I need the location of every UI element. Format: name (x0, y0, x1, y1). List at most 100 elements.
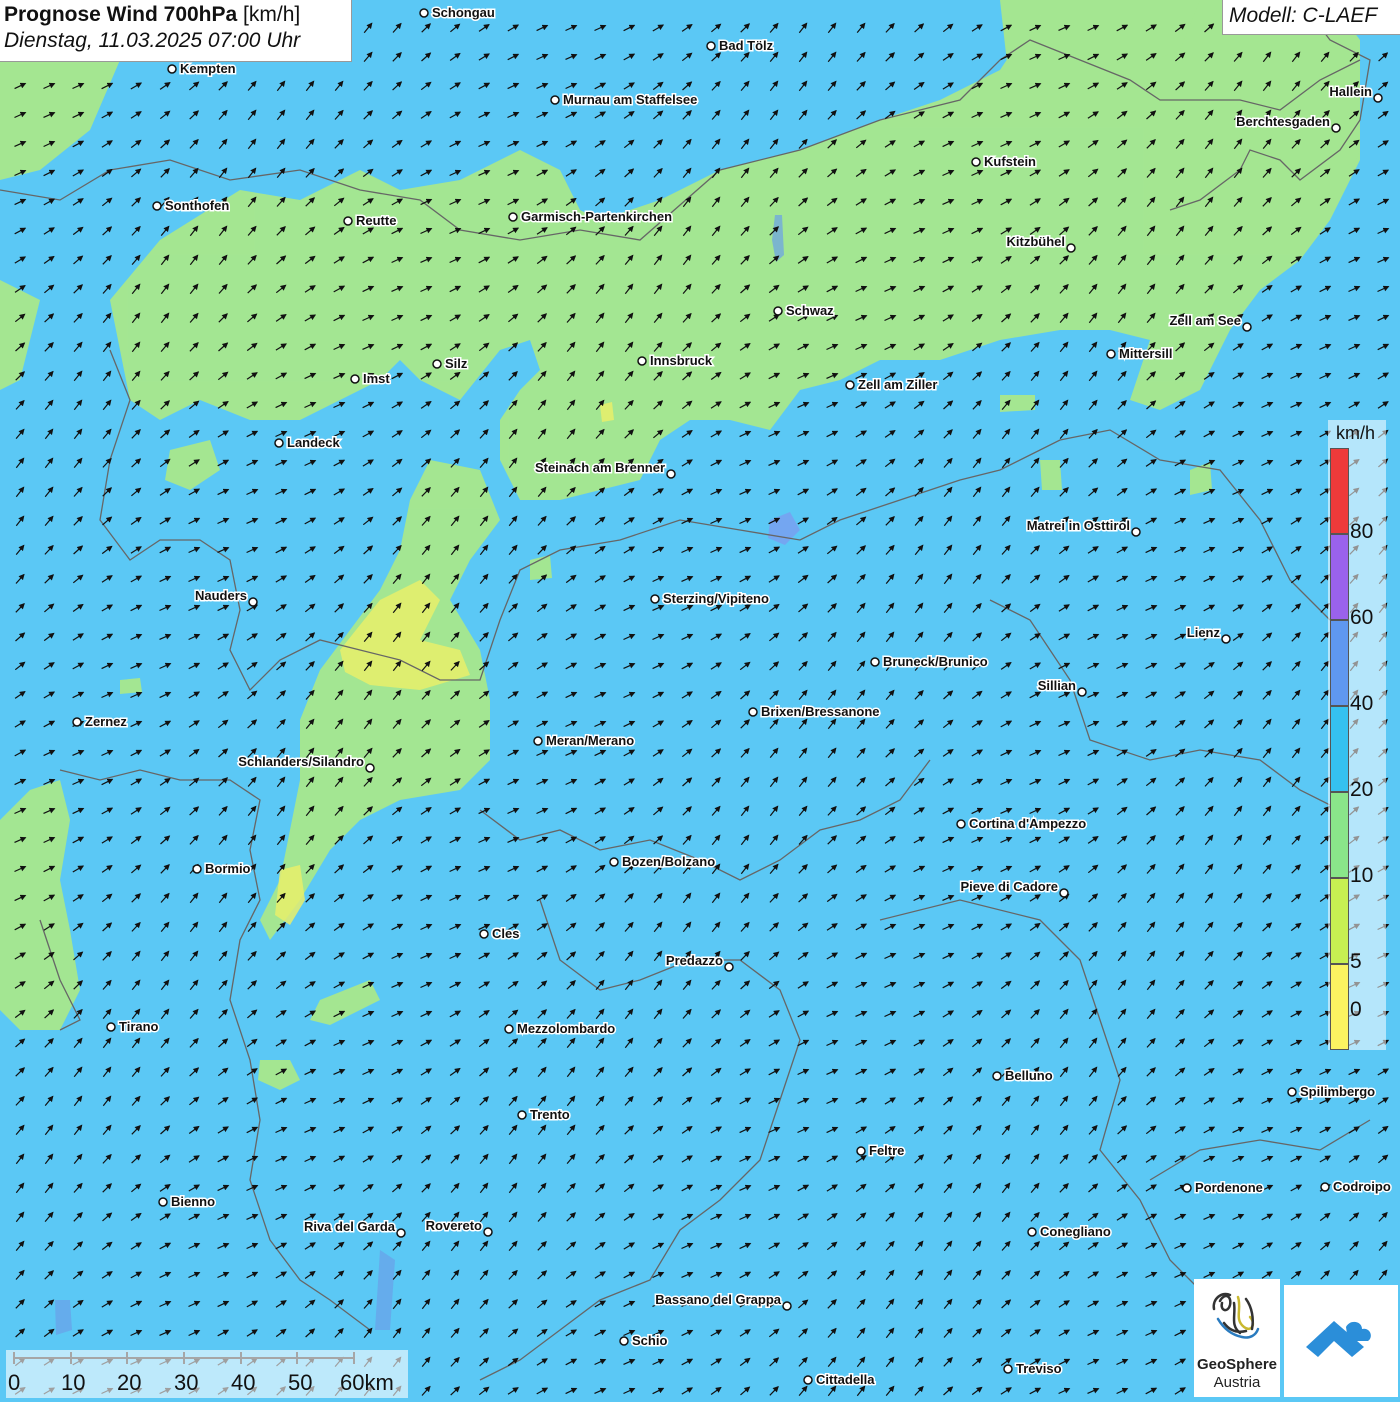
city-marker (479, 929, 489, 939)
scale-label: 30 (174, 1370, 199, 1395)
model-label: Modell: C-LAEF (1222, 0, 1400, 35)
city-marker (1059, 888, 1069, 898)
legend-swatch (1330, 620, 1349, 706)
city-marker (992, 1071, 1002, 1081)
city-marker (1242, 322, 1252, 332)
city-label: Cles (492, 926, 519, 941)
city-marker (1182, 1183, 1192, 1193)
city-marker (856, 1146, 866, 1156)
city-marker (419, 8, 429, 18)
legend-label: 0 (1350, 998, 1362, 1021)
city-label: Schwaz (786, 303, 834, 318)
legend-unit: km/h (1336, 423, 1376, 443)
city-marker (504, 1024, 514, 1034)
legend-swatch (1330, 534, 1349, 620)
city-marker (350, 374, 360, 384)
scale-label: 60km (340, 1370, 394, 1395)
city-label: Reutte (356, 213, 396, 228)
partner-icon (1306, 1321, 1371, 1357)
city-label: Imst (363, 371, 390, 386)
legend-swatch (1330, 878, 1349, 964)
city-label: Innsbruck (650, 353, 713, 368)
city-label: Pordenone (1195, 1180, 1263, 1195)
city-label: Bozen/Bolzano (622, 854, 715, 869)
city-marker (1077, 687, 1087, 697)
city-label: Lienz (1187, 625, 1221, 640)
legend-label: 60 (1350, 606, 1374, 629)
legend-label: 20 (1350, 778, 1374, 801)
city-label: Zernez (85, 714, 127, 729)
scale-label: 40 (231, 1370, 256, 1395)
city-marker (248, 597, 258, 607)
map-title: Prognose Wind 700hPa [km/h] (4, 3, 301, 26)
legend-swatch (1330, 964, 1349, 1050)
austria-text: Austria (1213, 1374, 1261, 1391)
city-label: Rovereto (426, 1218, 482, 1233)
city-label: Predazzo (666, 953, 723, 968)
city-label: Sillian (1038, 678, 1076, 693)
legend-label: 5 (1350, 950, 1362, 973)
city-label: Nauders (195, 588, 247, 603)
city-label: Pieve di Cadore (960, 879, 1058, 894)
city-marker (870, 657, 880, 667)
city-label: Murnau am Staffelsee (563, 92, 697, 107)
partner-logo (1284, 1285, 1398, 1397)
city-marker (152, 201, 162, 211)
city-marker (517, 1110, 527, 1120)
city-marker (550, 95, 560, 105)
scale-label: 10 (61, 1370, 86, 1395)
city-marker (637, 356, 647, 366)
title-box: Prognose Wind 700hPa [km/h] Dienstag, 11… (0, 0, 352, 62)
city-label: Sonthofen (165, 198, 229, 213)
city-marker (432, 359, 442, 369)
legend-swatch (1330, 706, 1349, 792)
city-marker (396, 1228, 406, 1238)
scale-label: 20 (117, 1370, 142, 1395)
city-marker (1221, 634, 1231, 644)
city-marker (1106, 349, 1116, 359)
city-marker (706, 41, 716, 51)
city-marker (803, 1375, 813, 1385)
city-label: Cortina d'Ampezzo (969, 816, 1086, 831)
city-label: Riva del Garda (304, 1219, 396, 1234)
city-marker (650, 594, 660, 604)
city-label: Belluno (1005, 1068, 1053, 1083)
legend-label: 80 (1350, 520, 1374, 543)
city-label: Zell am See (1169, 313, 1241, 328)
city-label: Steinach am Brenner (535, 460, 665, 475)
city-marker (106, 1022, 116, 1032)
city-label: Matrei in Osttirol (1027, 518, 1130, 533)
city-marker (343, 216, 353, 226)
city-label: Berchtesgaden (1236, 114, 1330, 129)
legend-label: 10 (1350, 864, 1374, 887)
city-marker (158, 1197, 168, 1207)
legend-swatch (1330, 448, 1349, 534)
city-label: Bruneck/Brunico (883, 654, 988, 669)
city-label: Trento (530, 1107, 570, 1122)
city-label: Kempten (180, 61, 236, 76)
city-marker (609, 857, 619, 867)
geosphere-icon (1212, 1292, 1260, 1339)
city-label: Spilimbergo (1300, 1084, 1375, 1099)
city-label: Bassano del Grappa (655, 1292, 781, 1307)
scale-bar: 0 10 20 30 40 50 60km (6, 1350, 408, 1398)
city-marker (1003, 1364, 1013, 1374)
city-marker (508, 212, 518, 222)
geosphere-logo: GeoSphere Austria (1194, 1279, 1280, 1397)
city-label: Kufstein (984, 154, 1036, 169)
city-marker (748, 707, 758, 717)
city-marker (782, 1301, 792, 1311)
city-label: Schio (632, 1333, 667, 1348)
scale-label: 0 (8, 1370, 21, 1395)
city-label: Mittersill (1119, 346, 1172, 361)
city-marker (724, 962, 734, 972)
city-label: Codroipo (1333, 1179, 1391, 1194)
color-legend: km/h 80 60 40 20 10 5 0 (1328, 420, 1386, 1050)
city-marker (365, 763, 375, 773)
city-marker (971, 157, 981, 167)
city-label: Brixen/Bressanone (761, 704, 880, 719)
city-marker (533, 736, 543, 746)
city-label: Bad Tölz (719, 38, 774, 53)
city-marker (773, 306, 783, 316)
geosphere-text: GeoSphere (1196, 1356, 1278, 1373)
